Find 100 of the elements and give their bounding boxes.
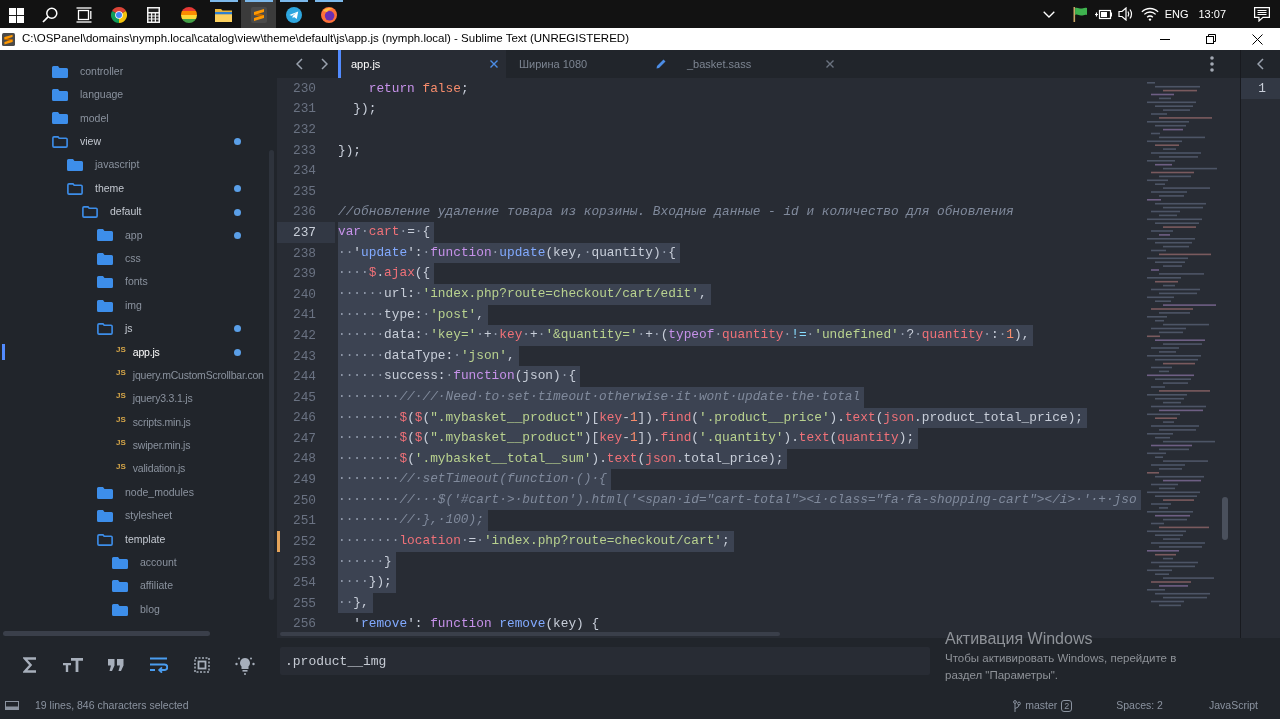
wrap-icon[interactable] <box>149 657 168 673</box>
line-number: 242 <box>292 327 316 343</box>
restore-icon <box>1206 34 1216 44</box>
sigma-icon[interactable] <box>22 657 37 673</box>
line-number: 238 <box>292 245 316 261</box>
more-icon[interactable] <box>1210 56 1214 72</box>
syntax[interactable]: JavaScript <box>1208 697 1258 714</box>
folder-name[interactable]: language <box>80 87 124 103</box>
clock[interactable]: 13:07 <box>1198 5 1226 23</box>
branch-icon[interactable] <box>1013 699 1022 712</box>
line-number: 251 <box>292 513 316 529</box>
panel-icon[interactable] <box>5 701 19 710</box>
line-number: 239 <box>292 266 316 282</box>
color-wheel-icon <box>110 7 127 23</box>
folder-name[interactable]: controller <box>80 63 124 80</box>
notification-icon[interactable] <box>1254 6 1270 22</box>
tab[interactable]: app.js <box>338 50 506 78</box>
code-line: }); <box>352 101 377 117</box>
line-number: 245 <box>292 389 316 405</box>
line-number: 230 <box>292 80 316 96</box>
line-number: 249 <box>292 472 316 488</box>
code-line: return false; <box>367 80 469 96</box>
speaker-icon[interactable] <box>1117 7 1134 21</box>
globe-icon <box>320 7 337 23</box>
close-icon[interactable] <box>826 60 834 68</box>
folder-name[interactable]: app <box>125 227 143 244</box>
line-number: 252 <box>292 533 316 549</box>
code-line: //обновление удаление товара из корзины. Входные данные - id и количество для обновления <box>338 204 1014 220</box>
find-field[interactable]: .product__img <box>280 647 930 675</box>
folder-name[interactable]: js <box>125 321 133 337</box>
flag-icon[interactable] <box>1072 6 1087 22</box>
file-name[interactable]: swiper.min.js <box>132 438 191 454</box>
code-line: 'remove': function remove(key) { <box>352 616 600 632</box>
search-icon <box>42 7 58 23</box>
chevron-icon[interactable] <box>1042 10 1055 18</box>
file-type-label: JS <box>116 439 126 448</box>
chevron-left-icon[interactable] <box>296 58 303 70</box>
stripes-logo-icon <box>250 7 267 23</box>
close-icon[interactable] <box>490 60 498 68</box>
activation-title: Активация Windows <box>945 629 1093 649</box>
folder-name[interactable]: javascript <box>95 157 140 174</box>
keyboard-language[interactable]: ENG <box>1164 5 1189 23</box>
selection-icon[interactable] <box>193 657 210 673</box>
file-type-label: JS <box>116 392 126 401</box>
line-number: 253 <box>292 554 316 570</box>
tab[interactable]: Ширина 1080 <box>506 50 674 78</box>
battery-plug-icon[interactable] <box>1094 8 1112 20</box>
line-number: 234 <box>292 163 316 179</box>
folder-name[interactable]: account <box>140 555 177 571</box>
scrollbar[interactable] <box>3 631 210 636</box>
folder-name[interactable]: model <box>80 110 109 127</box>
indentation[interactable]: Spaces: 2 <box>1116 697 1163 714</box>
file-type-label: JS <box>116 415 126 424</box>
code-line: }); <box>338 142 362 158</box>
line-number: 232 <box>292 122 316 137</box>
file-name[interactable]: jquery3.3.1.js <box>132 391 193 408</box>
line-number: 248 <box>292 451 316 467</box>
folder-name[interactable]: node_modules <box>125 484 194 501</box>
folder-icon <box>215 8 232 22</box>
folder-name[interactable]: default <box>110 204 142 220</box>
file-name[interactable]: validation.js <box>132 461 186 478</box>
line-number: 247 <box>292 430 316 446</box>
line-number: 256 <box>292 616 316 632</box>
file-type-label: JS <box>116 369 126 378</box>
file-type-label: JS <box>116 462 126 471</box>
line-number: 254 <box>292 575 316 591</box>
line-number: 240 <box>292 286 316 302</box>
line-number: 243 <box>292 348 316 364</box>
line-number: 235 <box>292 183 316 199</box>
scrollbar[interactable] <box>1222 497 1228 540</box>
wifi-icon[interactable] <box>1140 7 1159 21</box>
file-name[interactable]: jquery.mCustomScrollbar.con <box>132 367 264 384</box>
minimize-icon <box>1160 38 1170 40</box>
quote-icon[interactable] <box>107 659 124 671</box>
line-number: 236 <box>292 204 316 220</box>
line-number: 244 <box>292 369 316 385</box>
line-number: 255 <box>292 595 316 611</box>
line-number: 250 <box>292 492 316 508</box>
window-title: C:\OSPanel\domains\nymph.local\catalog\view\theme\default\js\app.js (nymph.local) - Sublime Text (UNREGISTERED) <box>22 31 629 47</box>
commit-count: 2 <box>1061 699 1073 712</box>
folder-name[interactable]: template <box>125 531 166 548</box>
bulb-icon[interactable] <box>234 655 255 675</box>
folder-name[interactable]: css <box>125 250 141 267</box>
folder-name[interactable]: fonts <box>125 274 148 291</box>
folder-name[interactable]: stylesheet <box>125 508 173 524</box>
folder-name[interactable]: img <box>125 297 142 314</box>
folder-name[interactable]: theme <box>95 180 125 197</box>
striped-ball-icon <box>180 7 197 23</box>
chevron-left-icon[interactable] <box>1257 58 1264 70</box>
chevron-right-icon[interactable] <box>321 58 328 70</box>
file-name[interactable]: app.js <box>132 344 160 361</box>
tab[interactable]: _basket.sass <box>674 50 842 78</box>
text-size-icon[interactable] <box>62 658 83 672</box>
line-number: 231 <box>292 101 316 117</box>
branch-name[interactable]: master <box>1025 697 1058 714</box>
folder-name[interactable]: view <box>80 134 101 150</box>
folder-name[interactable]: affiliate <box>140 578 174 595</box>
paper-plane-icon <box>285 7 302 23</box>
folder-name[interactable]: blog <box>140 601 160 618</box>
file-name[interactable]: scripts.min.js <box>132 414 191 431</box>
